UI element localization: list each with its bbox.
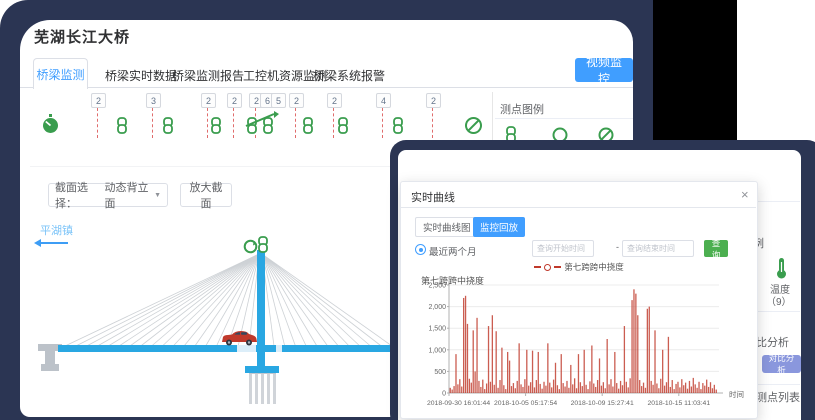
bridge-side-label: 平湖镇 <box>40 222 73 238</box>
left-pier-stem <box>45 351 55 365</box>
legend-panel-title: 测点图例 <box>500 101 544 117</box>
svg-text:0: 0 <box>442 391 446 398</box>
sensor-dashed-line <box>295 108 296 138</box>
tab-realtime-curve[interactable]: 实时曲线图 <box>415 217 479 237</box>
link-icon[interactable] <box>210 117 222 139</box>
legend-line <box>534 266 541 268</box>
sensor-dashed-line <box>152 108 153 138</box>
section-select[interactable]: 截面选择： 动态背立面 ▼ <box>48 183 168 207</box>
svg-text:2,500: 2,500 <box>428 283 446 290</box>
legend-marker-icon <box>544 264 551 271</box>
svg-text:1,000: 1,000 <box>428 347 446 354</box>
compare-analysis-button[interactable]: 对比分析 <box>762 355 801 373</box>
chevron-down-icon: ▼ <box>154 192 161 199</box>
section-select-value: 动态背立面 <box>105 179 151 211</box>
rotation-sensor-icon <box>243 239 258 259</box>
link-icon[interactable] <box>162 117 174 139</box>
sensor-count-badge[interactable]: 2 <box>91 93 106 108</box>
recent-two-months-label[interactable]: 最近两个月 <box>429 244 477 258</box>
link-icon <box>257 236 269 258</box>
radio-dot <box>419 248 423 252</box>
legend-panel-underline <box>495 118 633 119</box>
sensor-count-badge[interactable]: 4 <box>376 93 391 108</box>
query-start-time-input[interactable]: 查询开始时间 <box>532 240 594 257</box>
sensor-dashed-line <box>233 108 234 138</box>
sensor-dashed-line <box>333 108 334 138</box>
gauge-icon[interactable] <box>41 114 60 139</box>
legend-label: 第七跨跨中挠度 <box>564 261 624 273</box>
recent-two-months-radio[interactable] <box>415 244 426 255</box>
no-entry-icon[interactable] <box>464 116 483 140</box>
range-separator: - <box>616 242 619 252</box>
deck-gap <box>276 345 282 352</box>
query-button[interactable]: 查询 <box>704 240 728 257</box>
tower-piles <box>249 373 276 404</box>
svg-text:2018-10-05 05:17:54: 2018-10-05 05:17:54 <box>494 400 557 407</box>
sensor-dashed-line <box>97 108 98 138</box>
svg-text:500: 500 <box>434 369 446 376</box>
realtime-curve-modal: 实时曲线 × 实时曲线图 监控回放 最近两个月 查询开始时间 - 查询结束时间 … <box>400 181 758 419</box>
left-arrow-line <box>40 242 68 244</box>
sensor-count-badge[interactable]: 3 <box>146 93 161 108</box>
tower-crossbeam <box>245 366 279 373</box>
link-icon[interactable] <box>337 117 349 139</box>
tab-monitor-playback[interactable]: 监控回放 <box>473 217 525 237</box>
sensor-count-badge[interactable]: 2 <box>227 93 242 108</box>
svg-text:1,500: 1,500 <box>428 326 446 333</box>
query-end-time-input[interactable]: 查询结束时间 <box>622 240 694 257</box>
sensor-count-badge[interactable]: 2 <box>289 93 304 108</box>
svg-text:时间: 时间 <box>729 389 744 399</box>
svg-text:2018-10-09 15:27:41: 2018-10-09 15:27:41 <box>571 400 634 407</box>
modal-title: 实时曲线 <box>411 189 455 205</box>
svg-text:2,000: 2,000 <box>428 304 446 311</box>
legend-line <box>554 266 561 268</box>
screenshot-stage: 芜湖长江大桥 桥梁监测 桥梁实时数据 桥梁监测报告 工控机资源监测 桥梁系统报警… <box>0 0 815 420</box>
deflection-chart: 0 500 1,000 1,500 2,000 2,500 2018-09-30 16:01… <box>409 282 754 414</box>
section-select-label: 截面选择： <box>55 179 101 211</box>
svg-text:2018-09-30 16:01:44: 2018-09-30 16:01:44 <box>427 400 490 407</box>
incline-sensor-icon <box>244 110 280 133</box>
sensor-dashed-line <box>207 108 208 138</box>
sensor-count-badge[interactable]: 2 <box>327 93 342 108</box>
car-image <box>219 329 259 351</box>
link-icon[interactable] <box>302 117 314 139</box>
link-icon[interactable] <box>392 117 404 139</box>
svg-text:2018-10-15 11:03:41: 2018-10-15 11:03:41 <box>647 400 710 407</box>
modal-header-divider <box>401 207 756 208</box>
bridge-cables <box>30 246 395 348</box>
sensor-count-badge[interactable]: 2 <box>426 93 441 108</box>
sensor-count-badge[interactable]: 5 <box>271 93 286 108</box>
chart-legend[interactable]: 第七跨跨中挠度 <box>401 261 757 273</box>
sensor-dashed-line <box>432 108 433 138</box>
enlarge-section-button[interactable]: 放大截面 <box>180 183 232 207</box>
left-pier-base <box>41 364 59 371</box>
temperature-count: （9） <box>766 293 792 308</box>
close-icon[interactable]: × <box>741 188 749 201</box>
sensor-count-badge[interactable]: 2 <box>201 93 216 108</box>
legend-panel-divider <box>492 92 493 140</box>
sensor-dashed-line <box>382 108 383 138</box>
link-icon[interactable] <box>116 117 128 139</box>
